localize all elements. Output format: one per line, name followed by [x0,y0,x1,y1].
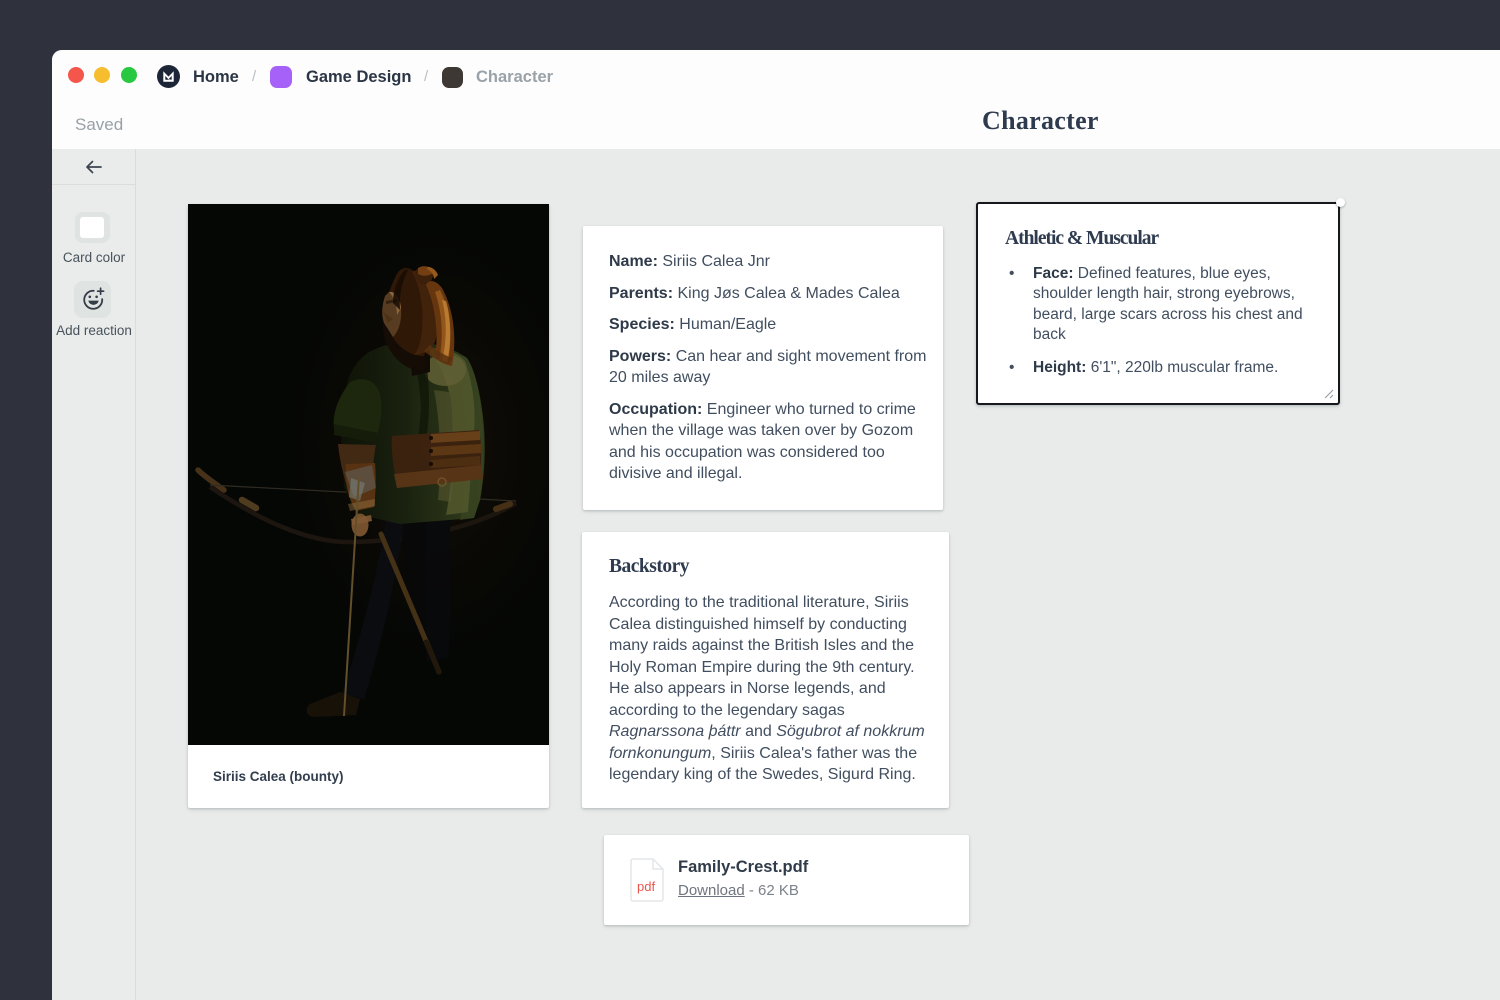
svg-text:pdf: pdf [637,879,655,894]
